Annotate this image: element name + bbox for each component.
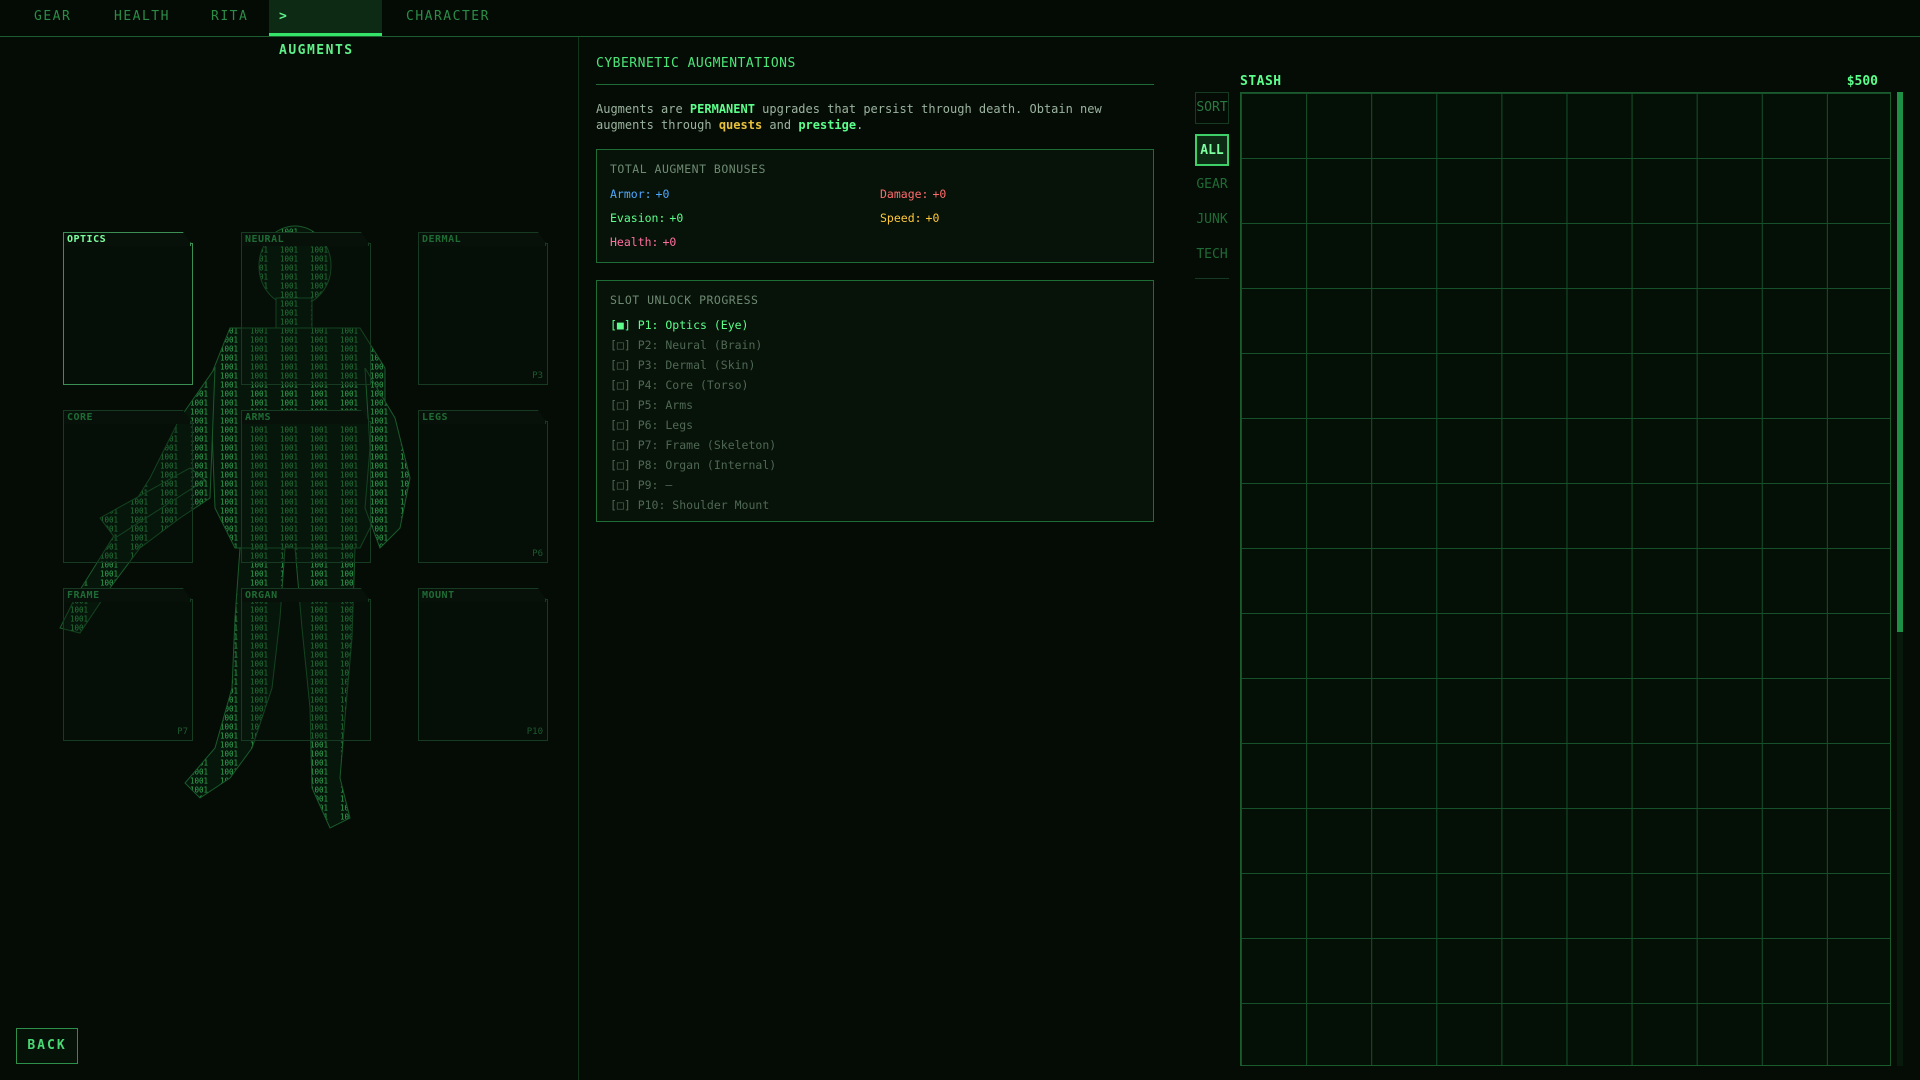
section-title: CYBERNETIC AUGMENTATIONS <box>596 56 796 71</box>
augment-slot-organ[interactable]: ORGAN <box>241 588 371 741</box>
desc-text-1: Augments are <box>596 102 690 116</box>
slot-label: LEGS <box>418 410 546 424</box>
slot-label: ORGAN <box>241 588 369 602</box>
augment-slot-neural[interactable]: NEURAL <box>241 232 371 385</box>
stat-evasion-value: +0 <box>669 211 684 225</box>
unlock-item: [□] P7: Frame (Skeleton) <box>610 438 777 452</box>
desc-text-4: . <box>856 118 864 132</box>
stat-health-label: Health: <box>610 235 659 249</box>
stat-health-value: +0 <box>662 235 677 249</box>
augmentations-panel: CYBERNETIC AUGMENTATIONS Augments are PE… <box>596 56 1154 522</box>
filter-tech-button[interactable]: TECH <box>1195 240 1229 272</box>
stash-money: $500 <box>1846 74 1878 89</box>
augment-slot-frame[interactable]: FRAME P7 <box>63 588 193 741</box>
filter-junk-button[interactable]: JUNK <box>1195 205 1229 237</box>
filter-all-button[interactable]: ALL <box>1195 134 1229 166</box>
slot-number: P7 <box>177 727 188 737</box>
slot-label: NEURAL <box>241 232 369 246</box>
desc-permanent: PERMANENT <box>689 102 755 116</box>
unlock-item: [□] P2: Neural (Brain) <box>610 338 763 352</box>
stat-damage: Damage: +0 <box>880 187 946 201</box>
tab-character[interactable]: CHARACTER <box>396 0 500 36</box>
tab-health[interactable]: HEALTH <box>104 0 180 36</box>
stat-armor-label: Armor: <box>610 187 652 201</box>
tab-rita[interactable]: RITA <box>201 0 258 36</box>
unlock-title: SLOT UNLOCK PROGRESS <box>610 293 759 307</box>
bonuses-title: TOTAL AUGMENT BONUSES <box>610 162 766 176</box>
slot-label: DERMAL <box>418 232 546 246</box>
stat-armor: Armor: +0 <box>610 187 669 201</box>
unlock-item: [□] P10: Shoulder Mount <box>610 498 770 512</box>
augment-slot-core[interactable]: CORE <box>63 410 193 563</box>
stat-speed-label: Speed: <box>880 211 922 225</box>
slot-number: P6 <box>532 549 543 559</box>
tab-gear[interactable]: GEAR <box>24 0 81 36</box>
slot-label: CORE <box>63 410 191 424</box>
augment-slot-dermal[interactable]: DERMAL P3 <box>418 232 548 385</box>
stash-grid[interactable] <box>1240 92 1891 1066</box>
augment-description: Augments are PERMANENT upgrades that per… <box>596 101 1154 133</box>
stat-speed: Speed: +0 <box>880 211 939 225</box>
augment-bonuses-box: TOTAL AUGMENT BONUSES Armor: +0 Damage: +0… <box>596 149 1154 263</box>
desc-prestige: prestige <box>798 118 857 132</box>
stat-damage-value: +0 <box>932 187 947 201</box>
slot-unlock-box: SLOT UNLOCK PROGRESS [■] P1: Optics (Eye… <box>596 280 1154 522</box>
stat-damage-label: Damage: <box>880 187 929 201</box>
augment-slot-arms[interactable]: ARMS <box>241 410 371 563</box>
stat-evasion: Evasion: +0 <box>610 211 683 225</box>
stat-health: Health: +0 <box>610 235 676 249</box>
column-divider <box>578 37 579 1080</box>
slot-label: ARMS <box>241 410 369 424</box>
desc-quests: quests <box>718 118 763 132</box>
stash-scrollbar-thumb[interactable] <box>1897 92 1903 632</box>
unlock-item: [□] P3: Dermal (Skin) <box>610 358 756 372</box>
filter-gear-button[interactable]: GEAR <box>1195 170 1229 202</box>
augment-slot-mount[interactable]: MOUNT P10 <box>418 588 548 741</box>
stat-armor-value: +0 <box>655 187 670 201</box>
slot-label: OPTICS <box>63 232 191 246</box>
unlock-item: [□] P6: Legs <box>610 418 694 432</box>
slot-label: FRAME <box>63 588 191 602</box>
stat-evasion-label: Evasion: <box>610 211 666 225</box>
desc-text-3: and <box>762 118 799 132</box>
unlock-item: [■] P1: Optics (Eye) <box>610 318 749 332</box>
slot-label: MOUNT <box>418 588 546 602</box>
tab-augments[interactable]: > AUGMENTS <box>269 0 382 58</box>
stash-title: STASH <box>1240 74 1282 89</box>
stat-speed-value: +0 <box>925 211 940 225</box>
unlock-item: [□] P8: Organ (Internal) <box>610 458 777 472</box>
slot-number: P3 <box>532 371 543 381</box>
top-nav: GEAR HEALTH RITA > AUGMENTS CHARACTER <box>0 0 1920 58</box>
filter-divider <box>1195 278 1229 279</box>
sort-button[interactable]: SORT <box>1195 92 1229 124</box>
slot-number: P10 <box>526 727 543 737</box>
augment-slot-legs[interactable]: LEGS P6 <box>418 410 548 563</box>
title-divider <box>596 84 1154 85</box>
unlock-item: [□] P5: Arms <box>610 398 694 412</box>
back-button[interactable]: BACK <box>16 1028 78 1064</box>
unlock-item: [□] P9: — <box>610 478 673 492</box>
augment-slot-optics[interactable]: OPTICS <box>63 232 193 385</box>
unlock-item: [□] P4: Core (Torso) <box>610 378 749 392</box>
